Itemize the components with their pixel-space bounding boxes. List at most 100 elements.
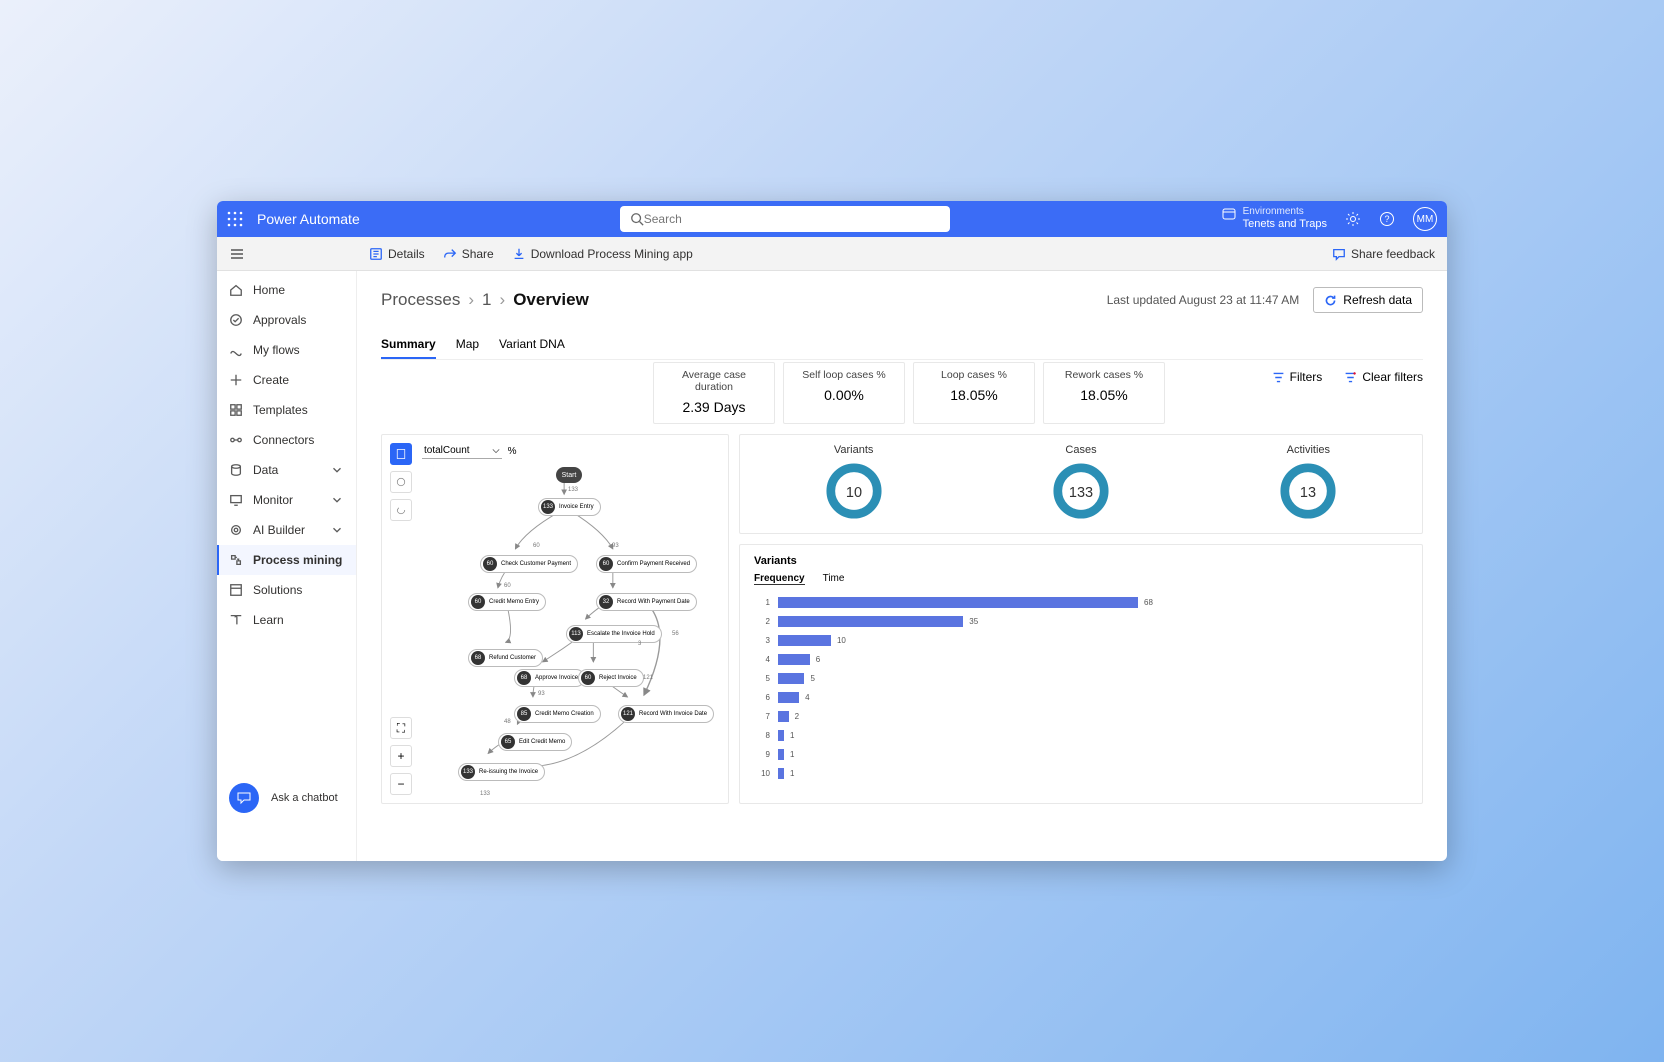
process-node[interactable]: 68Approve Invoice <box>514 669 585 687</box>
sidebar-item-monitor[interactable]: Monitor <box>217 485 356 515</box>
process-node[interactable]: 65Edit Credit Memo <box>498 733 572 751</box>
kpi-label: Rework cases % <box>1054 369 1154 381</box>
process-map-panel: ⛶ + − totalCount % <box>381 434 729 804</box>
variants-tab-frequency[interactable]: Frequency <box>754 573 805 585</box>
sidebar-item-solutions[interactable]: Solutions <box>217 575 356 605</box>
process-node[interactable]: 60Credit Memo Entry <box>468 593 546 611</box>
share-feedback-button[interactable]: Share feedback <box>1332 247 1435 261</box>
search-box[interactable] <box>620 206 950 232</box>
sidebar-item-data[interactable]: Data <box>217 455 356 485</box>
download-app-button[interactable]: Download Process Mining app <box>512 247 693 261</box>
bar-row[interactable]: 46 <box>754 650 1408 669</box>
zoom-out-button[interactable]: − <box>390 773 412 795</box>
kpi-card: Self loop cases %0.00% <box>783 362 905 424</box>
chevron-down-icon <box>330 523 344 537</box>
process-node[interactable]: 133Invoice Entry <box>538 498 601 516</box>
edge-label: 48 <box>504 719 511 725</box>
sidebar-item-home[interactable]: Home <box>217 275 356 305</box>
bar-row[interactable]: 55 <box>754 669 1408 688</box>
bar-row[interactable]: 81 <box>754 726 1408 745</box>
kpi-card: Loop cases % 18.05% <box>913 362 1035 424</box>
edge-label: 133 <box>568 487 578 493</box>
chatbot-label: Ask a chatbot <box>271 792 338 804</box>
map-view-default[interactable] <box>390 443 412 465</box>
svg-text:133: 133 <box>1069 484 1093 500</box>
tab-map[interactable]: Map <box>456 331 479 359</box>
sidebar-item-create[interactable]: Create <box>217 365 356 395</box>
process-node[interactable]: 60Reject Invoice <box>578 669 644 687</box>
refresh-icon <box>1324 294 1337 307</box>
bar-row[interactable]: 72 <box>754 707 1408 726</box>
sidebar: Home Approvals My flows Create Templates… <box>217 271 357 861</box>
process-node[interactable]: 68Refund Customer <box>468 649 543 667</box>
bar-row[interactable]: 91 <box>754 745 1408 764</box>
search-icon <box>630 212 644 226</box>
breadcrumb-root[interactable]: Processes <box>381 290 460 310</box>
filters-button[interactable]: Filters <box>1272 370 1323 384</box>
start-node: Start <box>556 467 582 483</box>
tabs: Summary Map Variant DNA <box>381 331 1423 360</box>
search-input[interactable] <box>644 212 940 226</box>
process-node[interactable]: 32Record With Payment Date <box>596 593 697 611</box>
sidebar-item-learn[interactable]: Learn <box>217 605 356 635</box>
hamburger-icon[interactable] <box>229 246 245 262</box>
avatar[interactable]: MM <box>1413 207 1437 231</box>
bar-row[interactable]: 64 <box>754 688 1408 707</box>
edge-label: 133 <box>480 791 490 797</box>
kpi-label: Average case duration <box>664 369 764 393</box>
bar-row[interactable]: 310 <box>754 631 1408 650</box>
details-button[interactable]: Details <box>369 247 425 261</box>
kpi-label: Loop cases % <box>924 369 1024 381</box>
sidebar-item-templates[interactable]: Templates <box>217 395 356 425</box>
chatbot-button[interactable]: Ask a chatbot <box>217 783 356 813</box>
gear-icon[interactable] <box>1345 211 1361 227</box>
environment-icon <box>1221 206 1237 222</box>
breadcrumb-mid[interactable]: 1 <box>482 290 491 310</box>
sidebar-item-processmining[interactable]: Process mining <box>217 545 356 575</box>
variants-tab-time[interactable]: Time <box>823 573 845 585</box>
bar-row[interactable]: 235 <box>754 612 1408 631</box>
tab-variantdna[interactable]: Variant DNA <box>499 331 565 359</box>
edge-label: 60 <box>533 543 540 549</box>
process-node[interactable]: 85Credit Memo Creation <box>514 705 601 723</box>
sidebar-item-aibuilder[interactable]: AI Builder <box>217 515 356 545</box>
kpi-value: 18.05% <box>924 387 1024 403</box>
sidebar-item-myflows[interactable]: My flows <box>217 335 356 365</box>
sidebar-item-connectors[interactable]: Connectors <box>217 425 356 455</box>
kpi-card: Rework cases % 18.05% <box>1043 362 1165 424</box>
fullscreen-button[interactable]: ⛶ <box>390 717 412 739</box>
share-button[interactable]: Share <box>443 247 494 261</box>
process-node[interactable]: 60Confirm Payment Received <box>596 555 697 573</box>
clear-filters-button[interactable]: Clear filters <box>1344 370 1423 384</box>
process-node[interactable]: 121Record With Invoice Date <box>618 705 714 723</box>
process-node[interactable]: 60Check Customer Payment <box>480 555 578 573</box>
map-view-alt1[interactable] <box>390 471 412 493</box>
edge-label: 60 <box>504 583 511 589</box>
help-icon[interactable]: ? <box>1379 211 1395 227</box>
kpi-card: Average case duration 2.39 Days <box>653 362 775 424</box>
kpi-label: Self loop cases % <box>794 369 894 381</box>
map-view-alt2[interactable] <box>390 499 412 521</box>
kpi-value: 2.39 Days <box>664 399 764 415</box>
bar-row[interactable]: 168 <box>754 593 1408 612</box>
variants-panel: Variants Frequency Time 1682353104655647… <box>739 544 1423 804</box>
sidebar-item-approvals[interactable]: Approvals <box>217 305 356 335</box>
edge-label: 93 <box>612 543 619 549</box>
tab-summary[interactable]: Summary <box>381 331 436 359</box>
app-title: Power Automate <box>257 211 360 227</box>
bar-row[interactable]: 101 <box>754 764 1408 783</box>
zoom-in-button[interactable]: + <box>390 745 412 767</box>
environment-picker[interactable]: Environments Tenets and Traps <box>1221 206 1327 231</box>
kpi-value: 18.05% <box>1054 387 1154 403</box>
breadcrumb: Processes › 1 › Overview <box>381 290 589 310</box>
refresh-button[interactable]: Refresh data <box>1313 287 1423 313</box>
variants-title: Variants <box>754 555 1408 567</box>
environment-label: Environments <box>1243 206 1327 218</box>
summary-rings: Variants10Cases133Activities13 <box>739 434 1423 534</box>
process-node[interactable]: 113Escalate the Invoice Hold <box>566 625 662 643</box>
waffle-icon[interactable] <box>227 211 243 227</box>
command-bar: Details Share Download Process Mining ap… <box>217 237 1447 271</box>
ring-variants: Variants10 <box>825 444 883 525</box>
process-node[interactable]: 133Re-issuing the Invoice <box>458 763 545 781</box>
edge-label: 93 <box>538 691 545 697</box>
